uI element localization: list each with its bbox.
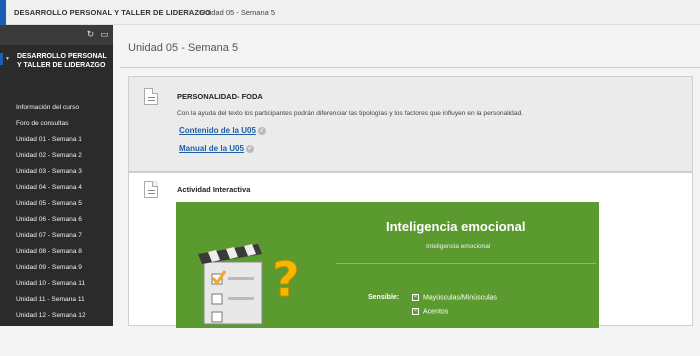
document-icon bbox=[144, 88, 158, 105]
document-icon bbox=[144, 181, 158, 198]
checkbox-icon[interactable]: × bbox=[412, 308, 419, 315]
item-title[interactable]: PERSONALIDAD- FODA bbox=[177, 92, 263, 101]
sidebar-course-title[interactable]: ▼ DESARROLLO PERSONAL Y TALLER DE LIDERA… bbox=[5, 52, 109, 70]
item-title[interactable]: Actividad Interactiva bbox=[177, 185, 250, 194]
sidebar-item-unidad-05[interactable]: Unidad 05 - Semana 5 bbox=[0, 196, 113, 212]
content-item-actividad: Actividad Interactiva ? Inteligencia emo… bbox=[128, 172, 693, 328]
banner-subtitle: Inteligencia emocional bbox=[426, 243, 491, 250]
refresh-icon[interactable]: ↻ bbox=[85, 29, 96, 40]
title-divider bbox=[120, 67, 700, 68]
breadcrumb-separator: › bbox=[188, 7, 191, 16]
checkbox-icon[interactable]: × bbox=[412, 294, 419, 301]
sidebar-item-unidad-11[interactable]: Unidad 11 - Semana 11 bbox=[0, 292, 113, 308]
course-title[interactable]: DESARROLLO PERSONAL Y TALLER DE LIDERAZG… bbox=[14, 8, 211, 17]
sidebar-item-unidad-13[interactable]: Unidad 13 - Semana 13 bbox=[0, 324, 113, 340]
clapperboard-question-illustration: ? bbox=[198, 244, 300, 325]
sidebar-item-unidad-03[interactable]: Unidad 03 - Semana 3 bbox=[0, 164, 113, 180]
sidebar-course-title-text: DESARROLLO PERSONAL Y TALLER DE LIDERAZG… bbox=[17, 53, 107, 69]
sidebar-item-unidad-14[interactable]: Unidad 14 - Semana 14 bbox=[0, 340, 113, 356]
interactive-activity-banner[interactable]: ? Inteligencia emocional Inteligencia em… bbox=[176, 202, 599, 328]
link-contenido[interactable]: Contenido de la U05 ✓ bbox=[179, 126, 266, 135]
option-label: Mayúsculas/Minúsculas bbox=[423, 294, 497, 302]
option-case-sensitive[interactable]: × Mayúsculas/Minúsculas bbox=[412, 294, 497, 301]
sidebar-item-unidad-02[interactable]: Unidad 02 - Semana 2 bbox=[0, 148, 113, 164]
top-bar: DESARROLLO PERSONAL Y TALLER DE LIDERAZG… bbox=[0, 0, 700, 25]
collapse-icon[interactable]: ▼ bbox=[5, 55, 10, 64]
menu-toggle-tab[interactable] bbox=[0, 0, 6, 25]
course-menu-sidebar: ↻ ▭ ▼ DESARROLLO PERSONAL Y TALLER DE LI… bbox=[0, 25, 113, 351]
sidebar-item-unidad-09[interactable]: Unidad 09 - Semana 9 bbox=[0, 260, 113, 276]
option-label: Acentos bbox=[423, 308, 449, 316]
sensitive-label: Sensible: bbox=[368, 294, 400, 301]
page-title: Unidad 05 - Semana 5 bbox=[128, 42, 239, 54]
course-menu: Información del curso Foro de consultas … bbox=[0, 100, 113, 356]
link-contenido-text[interactable]: Contenido de la U05 bbox=[179, 126, 256, 135]
content-item-personalidad: PERSONALIDAD- FODA Con la ayuda del text… bbox=[128, 76, 693, 172]
sidebar-toolbar: ↻ ▭ bbox=[0, 25, 113, 45]
active-marker bbox=[0, 53, 3, 65]
breadcrumb-current: Unidad 05 - Semana 5 bbox=[200, 8, 276, 17]
banner-title: Inteligencia emocional bbox=[386, 219, 526, 234]
sidebar-item-unidad-01[interactable]: Unidad 01 - Semana 1 bbox=[0, 132, 113, 148]
banner-divider bbox=[336, 263, 596, 264]
sidebar-item-unidad-06[interactable]: Unidad 06 - Semana 6 bbox=[0, 212, 113, 228]
sidebar-item-informacion[interactable]: Información del curso bbox=[0, 100, 113, 116]
sidebar-item-unidad-08[interactable]: Unidad 08 - Semana 8 bbox=[0, 244, 113, 260]
sidebar-item-unidad-10[interactable]: Unidad 10 - Semana 11 bbox=[0, 276, 113, 292]
sidebar-item-unidad-07[interactable]: Unidad 07 - Semana 7 bbox=[0, 228, 113, 244]
sidebar-item-foro[interactable]: Foro de consultas bbox=[0, 116, 113, 132]
svg-text:?: ? bbox=[272, 252, 300, 308]
sidebar-item-unidad-04[interactable]: Unidad 04 - Semana 4 bbox=[0, 180, 113, 196]
sidebar-item-unidad-12[interactable]: Unidad 12 - Semana 12 bbox=[0, 308, 113, 324]
folder-view-icon[interactable]: ▭ bbox=[99, 29, 110, 40]
link-manual-text[interactable]: Manual de la U05 bbox=[179, 144, 244, 153]
checkmark-icon: ✓ bbox=[257, 126, 266, 135]
checkmark-icon: ✓ bbox=[245, 144, 254, 153]
link-manual[interactable]: Manual de la U05 ✓ bbox=[179, 144, 254, 153]
option-accents[interactable]: × Acentos bbox=[412, 308, 448, 315]
item-description: Con la ayuda del texto los participantes… bbox=[177, 110, 524, 117]
